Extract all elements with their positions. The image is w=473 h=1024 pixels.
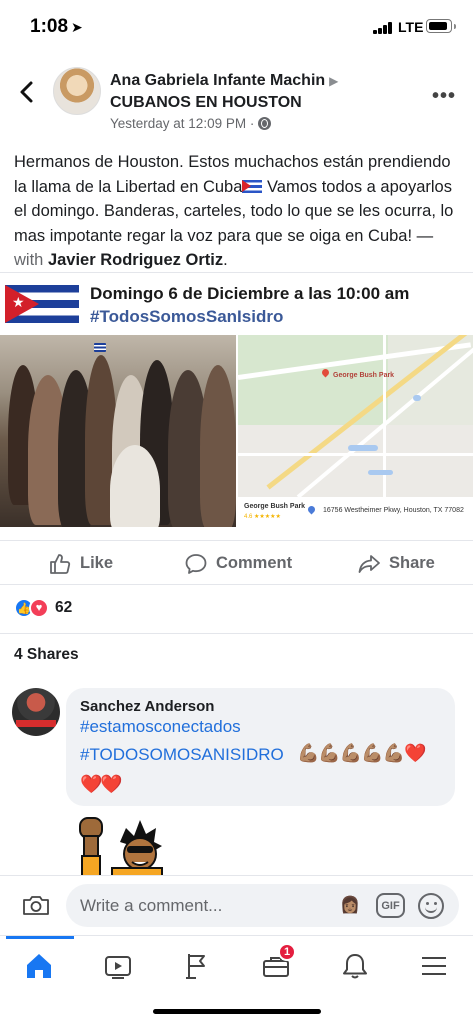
share-icon xyxy=(358,554,380,573)
location-map[interactable]: George Bush Park George Bush Park 4.6 ★★… xyxy=(238,335,473,527)
comment-composer: Write a comment... 👩🏽 GIF xyxy=(0,875,473,935)
cuba-flag-emoji-icon xyxy=(242,179,263,193)
tab-home[interactable] xyxy=(19,946,59,986)
marketplace-badge: 1 xyxy=(278,943,296,961)
shares-count[interactable]: 4 Shares xyxy=(14,646,79,664)
banner-hashtag: #TodosSomosSanIsidro xyxy=(90,307,284,326)
map-place-label: George Bush Park xyxy=(333,372,395,379)
watch-icon xyxy=(105,956,131,979)
post-author[interactable]: Ana Gabriela Infante Machin ▶ xyxy=(110,72,338,90)
pages-icon xyxy=(186,954,205,979)
image-banner: Domingo 6 de Diciembre a las 10:00 am #T… xyxy=(0,273,473,335)
divider xyxy=(0,633,473,634)
comment-label: Comment xyxy=(216,554,293,572)
home-icon xyxy=(27,954,51,978)
flexed-biceps-icon: 💪🏽💪🏽💪🏽💪🏽💪🏽 xyxy=(297,743,405,763)
comment-button[interactable]: Comment xyxy=(184,541,292,586)
tab-pages[interactable] xyxy=(177,946,217,986)
with-label: with xyxy=(14,251,48,269)
post-group[interactable]: CUBANOS EN HOUSTON xyxy=(110,94,302,112)
map-footer: George Bush Park 4.6 ★★★★★ 16756 Westhei… xyxy=(238,497,473,527)
heart-icon: ❤️ xyxy=(404,743,426,763)
like-icon xyxy=(50,553,71,574)
home-indicator xyxy=(153,1009,321,1014)
love-reaction-icon: ♥ xyxy=(29,598,49,618)
location-arrow-icon: ➤ xyxy=(71,19,83,35)
commenter-avatar[interactable] xyxy=(12,688,60,736)
banner-date: Domingo 6 de Diciembre a las 10:00 am xyxy=(90,284,410,303)
more-icon: ••• xyxy=(432,85,457,107)
comment-icon xyxy=(185,553,207,574)
comment-hearts: ❤️❤️ xyxy=(80,774,123,794)
post-text: Hermanos de Houston. Estos muchachos est… xyxy=(14,150,459,273)
reaction-count: 62 xyxy=(55,599,73,616)
post-image[interactable]: Domingo 6 de Diciembre a las 10:00 am #T… xyxy=(0,272,473,527)
like-label: Like xyxy=(80,554,114,572)
location-pin-icon xyxy=(306,504,317,515)
map-footer-address: 16756 Westheimer Pkwy, Houston, TX 77082 xyxy=(323,507,464,514)
comment-input[interactable]: Write a comment... 👩🏽 GIF xyxy=(66,884,459,927)
gif-icon: GIF xyxy=(381,899,400,912)
map-footer-rating: 4.6 ★★★★★ xyxy=(244,514,281,520)
post-timestamp: Yesterday at 12:09 PM · xyxy=(110,116,255,131)
comment-sticker[interactable] xyxy=(72,812,172,877)
comment-placeholder: Write a comment... xyxy=(80,896,223,915)
comment-emojis: 💪🏽💪🏽💪🏽💪🏽💪🏽❤️ xyxy=(297,743,427,764)
active-tab-indicator xyxy=(6,936,74,939)
cuba-flag-icon xyxy=(5,285,79,323)
comment-bubble: Sanchez Anderson #estamosconectados #TOD… xyxy=(66,688,455,806)
avatar-sticker-icon[interactable]: 👩🏽 xyxy=(340,895,360,915)
reactions-summary[interactable]: 👍 ♥ 62 xyxy=(14,597,72,619)
comment-author[interactable]: Sanchez Anderson xyxy=(80,698,214,715)
emoji-icon[interactable] xyxy=(418,893,444,919)
post-text-end: . xyxy=(223,251,228,269)
status-bar: 1:08 ➤ LTE xyxy=(0,0,473,56)
gif-button[interactable]: GIF xyxy=(376,893,405,918)
notifications-icon xyxy=(343,954,367,979)
network-label: LTE xyxy=(398,19,424,35)
share-button[interactable]: Share xyxy=(357,541,435,586)
map-pin-icon xyxy=(320,367,331,378)
post-actions: Like Comment Share xyxy=(0,540,473,585)
author-avatar[interactable] xyxy=(53,67,101,115)
tab-menu[interactable] xyxy=(414,946,454,986)
back-icon xyxy=(20,81,33,103)
map-footer-name: George Bush Park xyxy=(244,503,306,510)
back-button[interactable] xyxy=(16,78,40,106)
signal-icon xyxy=(373,22,393,34)
group-photo xyxy=(0,335,236,527)
menu-icon xyxy=(422,957,446,975)
tagged-person[interactable]: Javier Rodriguez Ortiz xyxy=(48,251,223,269)
comment-hashtag-2[interactable]: #TODOSOMOSANISIDRO xyxy=(80,745,284,765)
camera-icon xyxy=(23,896,49,915)
tab-notifications[interactable] xyxy=(335,946,375,986)
globe-icon xyxy=(258,117,272,130)
tab-marketplace[interactable]: 1 xyxy=(256,943,296,986)
fist-sticker-icon xyxy=(79,817,163,877)
comment-hashtag-1[interactable]: #estamosconectados xyxy=(80,717,241,737)
camera-button[interactable] xyxy=(22,893,50,917)
status-time: 1:08 ➤ xyxy=(30,16,83,37)
like-button[interactable]: Like xyxy=(48,541,113,586)
arrow-right-icon: ▶ xyxy=(329,74,339,88)
more-button[interactable]: ••• xyxy=(432,85,456,108)
post-meta: Yesterday at 12:09 PM · xyxy=(110,116,272,131)
tab-watch[interactable] xyxy=(98,946,138,986)
share-label: Share xyxy=(389,554,435,572)
battery-icon xyxy=(426,19,456,33)
